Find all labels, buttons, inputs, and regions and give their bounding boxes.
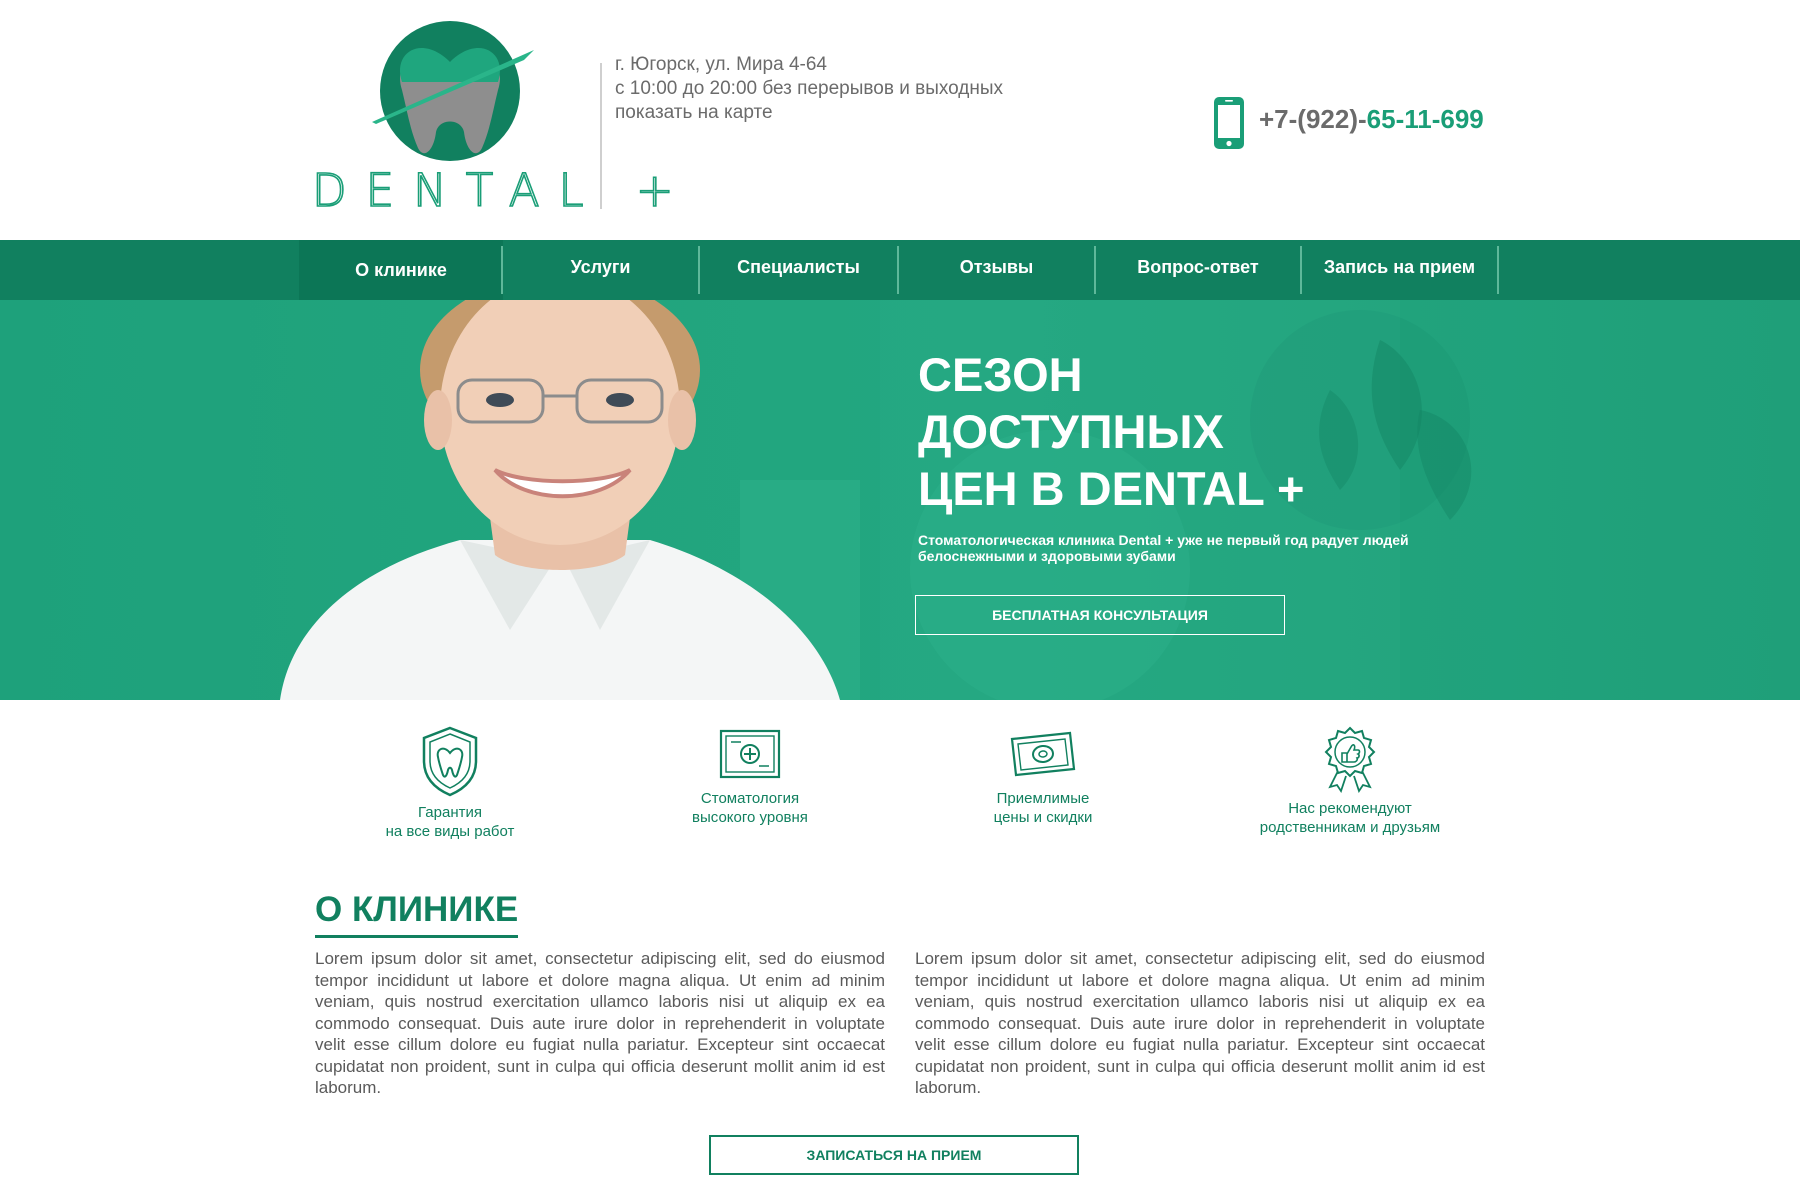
about-paragraph-right: Lorem ipsum dolor sit amet, consectetur … [915, 949, 1485, 1097]
feature-prices-line-1: Приемлимые [996, 790, 1090, 807]
hero-title: СЕЗОН ДОСТУПНЫХ ЦЕН В DENTAL + [918, 346, 1304, 517]
feature-recommend: Нас рекомендуют родственникам и друзьям [1230, 725, 1470, 837]
feature-quality: Стоматология высокого уровня [660, 725, 840, 827]
show-on-map-link[interactable]: показать на карте [615, 101, 1003, 125]
banknote-icon [1010, 731, 1076, 777]
nav-item-specialists[interactable]: Специалисты [700, 246, 899, 294]
feature-quality-line-1: Стоматология [700, 790, 800, 807]
nav-item-faq[interactable]: Вопрос-ответ [1096, 246, 1302, 294]
logo-wordmark: DENTAL + [311, 164, 693, 217]
feature-recommend-line-2: родственникам и друзьям [1259, 819, 1441, 836]
hours-text: с 10:00 до 20:00 без перерывов и выходны… [615, 78, 1004, 99]
about-section-title: О КЛИНИКЕ [315, 890, 519, 929]
book-appointment-button[interactable]: ЗАПИСАТЬСЯ НА ПРИЕМ [709, 1135, 1079, 1175]
hero-banner: СЕЗОН ДОСТУПНЫХ ЦЕН В DENTAL + Стоматоло… [0, 300, 1800, 700]
logo[interactable]: DENTAL + [311, 20, 693, 217]
hero-subtitle: Стоматологическая клиника Dental + уже н… [918, 532, 1409, 564]
hero-title-line-1: СЕЗОН [918, 348, 1083, 401]
about-paragraph-left: Lorem ipsum dolor sit amet, consectetur … [315, 949, 885, 1097]
nav-item-appointment[interactable]: Запись на прием [1302, 246, 1499, 294]
header-divider [600, 63, 602, 209]
phone-icon [1214, 97, 1244, 149]
feature-recommend-line-1: Нас рекомендуют [1288, 800, 1412, 817]
free-consultation-button[interactable]: БЕСПЛАТНАЯ КОНСУЛЬТАЦИЯ [915, 595, 1285, 635]
nav-item-services[interactable]: Услуги [503, 246, 700, 294]
feature-guarantee-line-1: Гарантия [418, 804, 482, 821]
address-text: г. Югорск, ул. Мира 4-64 [615, 54, 827, 75]
phone-number[interactable]: +7-(922)-65-11-699 [1259, 104, 1484, 135]
hero-title-line-3: ЦЕН В DENTAL + [918, 462, 1305, 515]
feature-guarantee: Гарантия на все виды работ [360, 725, 540, 841]
nav-item-reviews[interactable]: Отзывы [899, 246, 1096, 294]
tooth-logo-icon [372, 21, 534, 161]
phone-digits: 65-11-699 [1366, 104, 1484, 134]
about-title-underline [315, 935, 518, 938]
hero-title-line-2: ДОСТУПНЫХ [918, 405, 1224, 458]
nav-item-about[interactable]: О клинике [299, 240, 503, 300]
thumbs-up-badge-icon [1324, 726, 1376, 793]
feature-quality-line-2: высокого уровня [692, 809, 808, 826]
phone-prefix: +7-(922)- [1259, 104, 1367, 134]
contact-info: г. Югорск, ул. Мира 4-64 с 10:00 до 20:0… [615, 53, 1003, 125]
doctor-photo [280, 300, 840, 700]
feature-guarantee-line-2: на все виды работ [385, 823, 515, 840]
feature-prices-line-2: цены и скидки [993, 809, 1093, 826]
site-header: DENTAL + г. Югорск, ул. Мира 4-64 с 10:0… [0, 0, 1800, 240]
shield-tooth-icon [422, 726, 478, 797]
clinic-background-image [740, 300, 1472, 700]
main-nav: О клинике Услуги Специалисты Отзывы Вопр… [0, 240, 1800, 300]
feature-prices: Приемлимые цены и скидки [953, 725, 1133, 827]
certificate-icon [719, 729, 781, 779]
